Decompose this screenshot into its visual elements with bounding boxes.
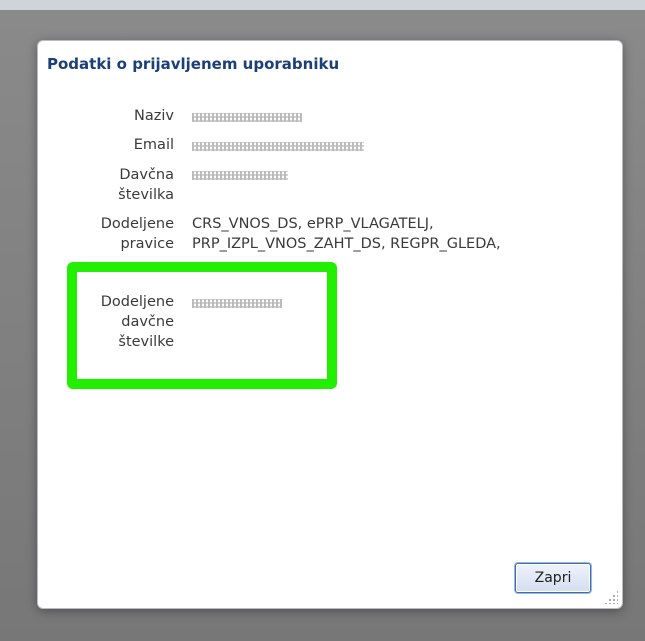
tax-number-label-line2: številka — [118, 187, 174, 203]
name-value-redacted — [192, 113, 302, 122]
resize-grip-icon[interactable] — [604, 590, 618, 604]
close-button-label: Zapri — [534, 570, 572, 586]
dialog-title: Podatki o prijavljenem uporabniku — [47, 55, 340, 73]
assigned-rights-label: Dodeljene pravice — [101, 214, 174, 254]
assigned-rights-label-line1: Dodeljene — [100, 216, 174, 232]
user-info-dialog: Podatki o prijavljenem uporabniku Naziv … — [37, 40, 623, 609]
tax-number-value-redacted — [192, 171, 288, 180]
tax-number-label: Davčna številka — [118, 165, 174, 205]
assigned-rights-value-line2: PRP_IZPL_VNOS_ZAHT_DS, REGPR_GLEDA, — [192, 236, 501, 252]
email-value-redacted — [192, 142, 364, 151]
assigned-rights-label-line2: pravice — [120, 236, 174, 252]
name-label: Naziv — [134, 108, 174, 124]
email-label: Email — [133, 137, 174, 153]
tax-number-label-line1: Davčna — [119, 167, 174, 183]
top-edge-strip — [0, 0, 645, 10]
assigned-rights-value-line1: CRS_VNOS_DS, ePRP_VLAGATELJ, — [192, 216, 434, 232]
highlight-annotation-box — [67, 262, 337, 389]
close-button[interactable]: Zapri — [515, 563, 591, 593]
